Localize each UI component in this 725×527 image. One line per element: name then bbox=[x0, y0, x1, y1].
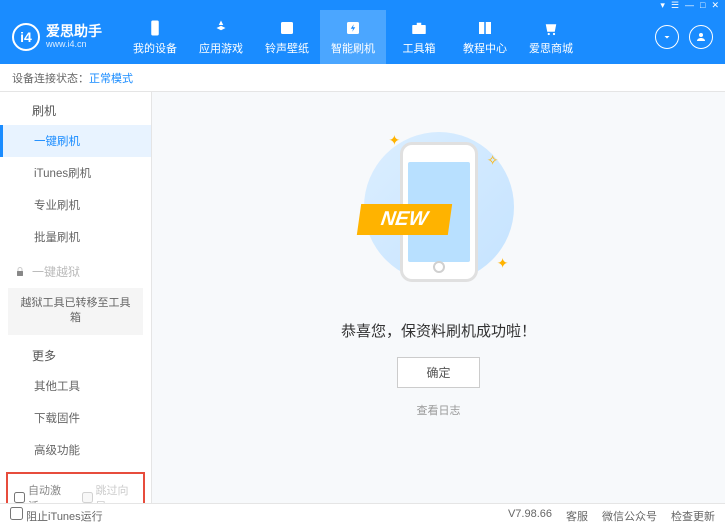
wechat-link[interactable]: 微信公众号 bbox=[602, 508, 657, 524]
sidebar-item-advanced[interactable]: 高级功能 bbox=[0, 434, 151, 466]
sidebar-group-jailbreak: 一键越狱 bbox=[0, 253, 151, 286]
sidebar-item-other-tools[interactable]: 其他工具 bbox=[0, 370, 151, 402]
version-label: V7.98.66 bbox=[508, 508, 552, 524]
list-icon bbox=[14, 349, 26, 361]
wallpaper-icon bbox=[278, 19, 296, 37]
sidebar-item-batch-flash[interactable]: 批量刷机 bbox=[0, 221, 151, 253]
footer: 阻止iTunes运行 V7.98.66 客服 微信公众号 检查更新 bbox=[0, 503, 725, 527]
maximize-icon[interactable]: □ bbox=[700, 0, 705, 10]
skip-setup-checkbox[interactable]: 跳过向导 bbox=[82, 482, 138, 503]
status-label: 设备连接状态： bbox=[12, 70, 89, 86]
menu-icon[interactable]: ▾ bbox=[660, 0, 665, 11]
flash-icon bbox=[344, 19, 362, 37]
lock-icon bbox=[14, 266, 26, 278]
auto-activate-checkbox[interactable]: 自动激活 bbox=[14, 482, 70, 503]
window-controls: ▾ ☰ — □ ✕ bbox=[0, 0, 725, 10]
sidebar-jailbreak-notice: 越狱工具已转移至工具箱 bbox=[8, 288, 143, 335]
minimize-icon[interactable]: — bbox=[685, 0, 694, 10]
check-update-link[interactable]: 检查更新 bbox=[671, 508, 715, 524]
nav-tutorial[interactable]: 教程中心 bbox=[452, 10, 518, 64]
support-link[interactable]: 客服 bbox=[566, 508, 588, 524]
success-message: 恭喜您，保资料刷机成功啦！ bbox=[341, 320, 536, 341]
options-row: 自动激活 跳过向导 bbox=[6, 472, 145, 503]
phone-icon bbox=[146, 19, 164, 37]
download-button[interactable] bbox=[655, 25, 679, 49]
header: i4 爱思助手 www.i4.cn 我的设备 应用游戏 铃声壁纸 智能刷机 工具… bbox=[0, 10, 725, 64]
user-icon bbox=[695, 31, 707, 43]
nav-apps[interactable]: 应用游戏 bbox=[188, 10, 254, 64]
logo: i4 爱思助手 www.i4.cn bbox=[12, 23, 102, 51]
nav-store[interactable]: 爱思商城 bbox=[518, 10, 584, 64]
main-panel: ✦ ✧ ✦ NEW 恭喜您，保资料刷机成功啦！ 确定 查看日志 bbox=[152, 92, 725, 503]
sidebar-item-download-firmware[interactable]: 下载固件 bbox=[0, 402, 151, 434]
download-icon bbox=[661, 31, 673, 43]
sidebar-item-onekey-flash[interactable]: 一键刷机 bbox=[0, 125, 151, 157]
settings-icon[interactable]: ☰ bbox=[671, 0, 679, 11]
toolbox-icon bbox=[410, 19, 428, 37]
nav-my-device[interactable]: 我的设备 bbox=[122, 10, 188, 64]
header-actions bbox=[655, 25, 713, 49]
top-nav: 我的设备 应用游戏 铃声壁纸 智能刷机 工具箱 教程中心 爱思商城 bbox=[122, 10, 655, 64]
cart-icon bbox=[542, 19, 560, 37]
status-mode: 正常模式 bbox=[89, 70, 133, 86]
book-icon bbox=[476, 19, 494, 37]
close-icon[interactable]: ✕ bbox=[711, 0, 719, 11]
ok-button[interactable]: 确定 bbox=[397, 357, 479, 388]
status-bar: 设备连接状态： 正常模式 bbox=[0, 64, 725, 92]
sidebar: 刷机 一键刷机 iTunes刷机 专业刷机 批量刷机 一键越狱 越狱工具已转移至… bbox=[0, 92, 152, 503]
logo-title: 爱思助手 bbox=[46, 24, 102, 39]
logo-icon: i4 bbox=[12, 23, 40, 51]
sidebar-group-more[interactable]: 更多 bbox=[0, 337, 151, 370]
nav-smart-flash[interactable]: 智能刷机 bbox=[320, 10, 386, 64]
new-ribbon: NEW bbox=[356, 204, 451, 235]
profile-button[interactable] bbox=[689, 25, 713, 49]
sidebar-item-itunes-flash[interactable]: iTunes刷机 bbox=[0, 157, 151, 189]
nav-toolbox[interactable]: 工具箱 bbox=[386, 10, 452, 64]
view-log-link[interactable]: 查看日志 bbox=[417, 402, 461, 418]
list-icon bbox=[14, 105, 26, 117]
block-itunes-checkbox[interactable]: 阻止iTunes运行 bbox=[10, 507, 103, 524]
nav-ringtone[interactable]: 铃声壁纸 bbox=[254, 10, 320, 64]
sidebar-item-pro-flash[interactable]: 专业刷机 bbox=[0, 189, 151, 221]
logo-url: www.i4.cn bbox=[46, 40, 102, 50]
success-illustration: ✦ ✧ ✦ NEW bbox=[339, 122, 539, 302]
sidebar-group-flash[interactable]: 刷机 bbox=[0, 92, 151, 125]
app-icon bbox=[212, 19, 230, 37]
